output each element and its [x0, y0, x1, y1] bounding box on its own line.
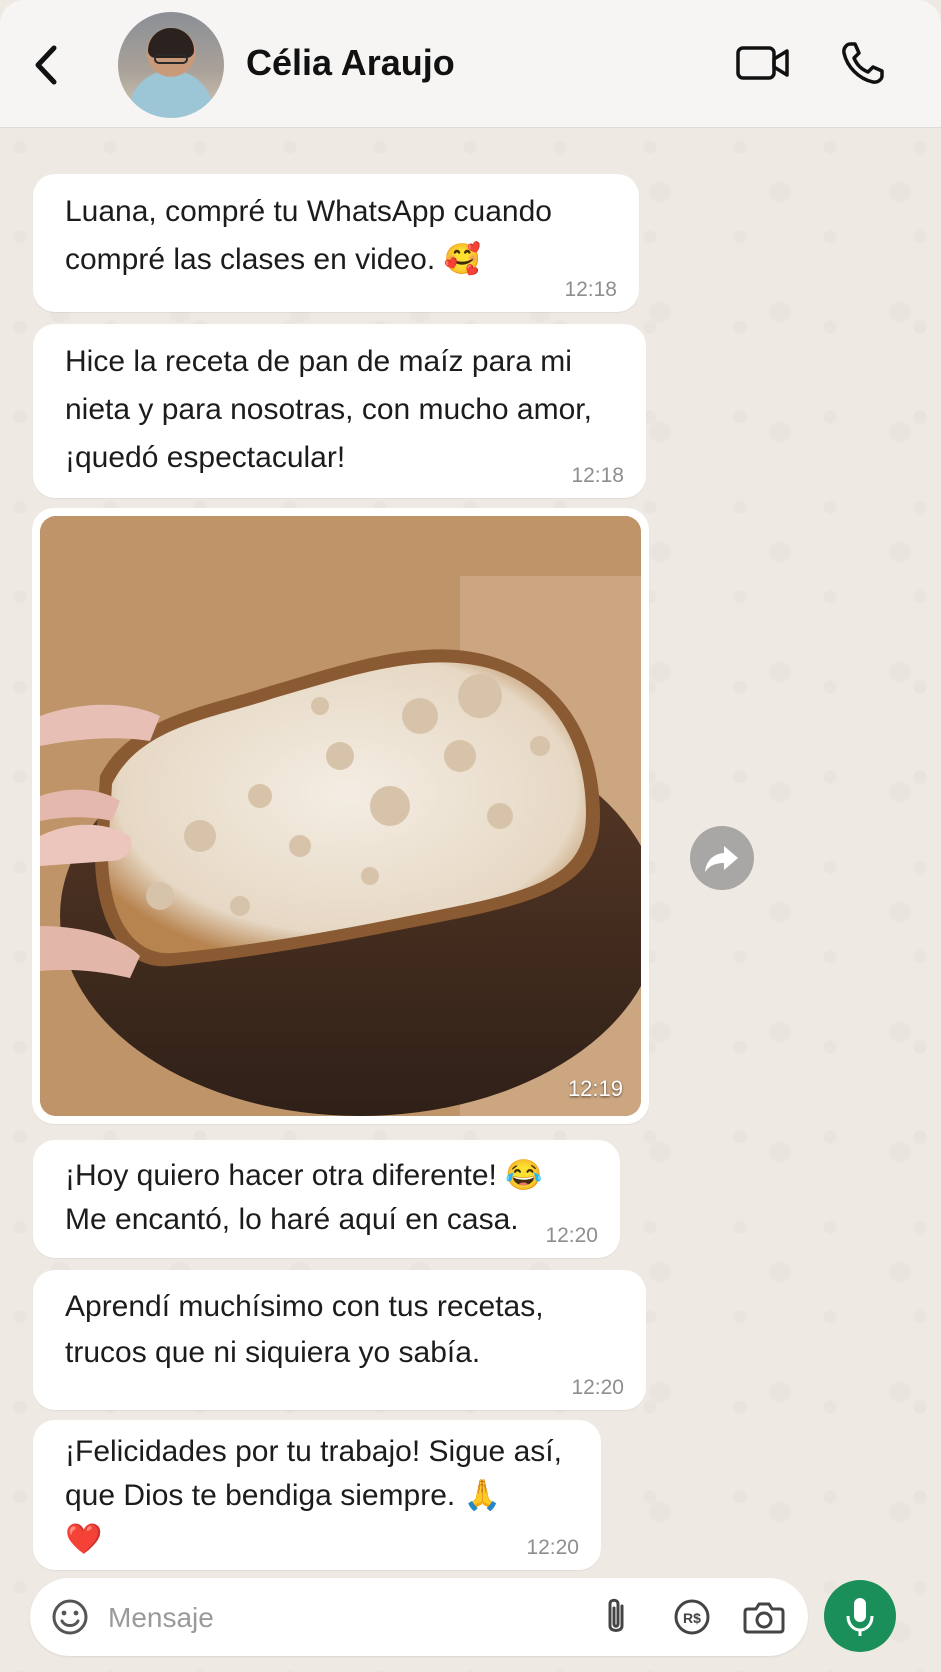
forward-arrow-icon [705, 846, 738, 872]
contact-name[interactable]: Célia Araujo [246, 42, 455, 84]
message-composer: R$ [30, 1578, 808, 1656]
message-time: 12:20 [545, 1224, 598, 1247]
message-time: 12:20 [526, 1536, 579, 1559]
camera-button[interactable] [742, 1597, 786, 1637]
currency-rs-icon: R$ [674, 1599, 710, 1635]
microphone-icon [846, 1598, 874, 1636]
message-time: 12:18 [571, 464, 624, 487]
message-text: ¡Hoy quiero hacer otra diferente! 😂 Me e… [65, 1159, 543, 1236]
attach-button[interactable] [598, 1596, 634, 1638]
message-time: 12:20 [571, 1376, 624, 1399]
emoji-button[interactable] [50, 1597, 90, 1637]
payment-button[interactable]: R$ [672, 1596, 712, 1638]
message-bubble[interactable]: Hice la receta de pan de maíz para mi ni… [33, 324, 646, 498]
image-message-bubble[interactable]: 12:19 [32, 508, 649, 1124]
message-bubble[interactable]: ¡Felicidades por tu trabajo! Sigue así, … [33, 1420, 601, 1570]
bread-illustration [40, 516, 641, 1116]
avatar[interactable] [118, 12, 224, 118]
video-camera-icon [736, 46, 789, 80]
paperclip-icon [608, 1598, 624, 1632]
svg-text:R$: R$ [683, 1610, 701, 1626]
emoji-icon [52, 1599, 88, 1635]
message-input[interactable] [106, 1596, 490, 1640]
message-time: 12:19 [567, 1076, 623, 1101]
message-text: Aprendí muchísimo con tus recetas, truco… [65, 1290, 544, 1369]
message-time: 12:18 [564, 278, 617, 301]
message-bubble[interactable]: ¡Hoy quiero hacer otra diferente! 😂 Me e… [33, 1140, 620, 1258]
message-text: ¡Felicidades por tu trabajo! Sigue así, … [65, 1435, 562, 1556]
microphone-button[interactable] [824, 1580, 896, 1652]
avatar-glasses [154, 54, 188, 64]
message-text: Luana, compré tu WhatsApp cuando compré … [65, 195, 552, 276]
voice-call-button[interactable] [838, 38, 888, 88]
chevron-left-icon [35, 45, 57, 85]
bread-photo[interactable]: 12:19 [40, 516, 641, 1116]
chat-header: Célia Araujo [0, 0, 941, 128]
camera-icon [743, 1602, 785, 1634]
forward-button[interactable] [690, 826, 754, 890]
message-bubble[interactable]: Aprendí muchísimo con tus recetas, truco… [33, 1270, 646, 1410]
back-button[interactable] [28, 40, 68, 90]
phone-icon [842, 42, 884, 84]
message-bubble[interactable]: Luana, compré tu WhatsApp cuando compré … [33, 174, 639, 312]
message-text: Hice la receta de pan de maíz para mi ni… [65, 345, 592, 474]
video-call-button[interactable] [735, 40, 791, 86]
